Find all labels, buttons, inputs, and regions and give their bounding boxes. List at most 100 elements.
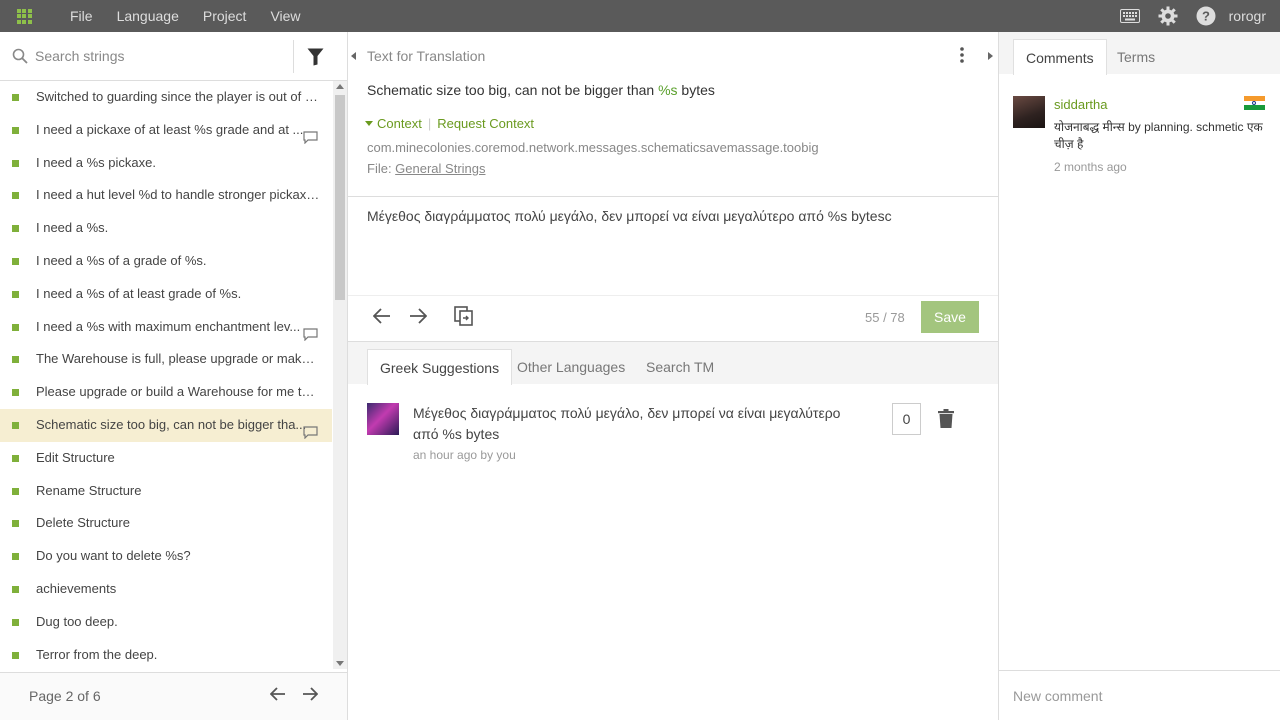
list-item-label: I need a %s of at least grade of %s. [36, 285, 242, 301]
search-input[interactable] [35, 45, 280, 67]
list-item[interactable]: Switched to guarding since the player is… [0, 81, 332, 114]
scroll-down-arrow-icon[interactable] [336, 661, 344, 666]
list-item-label: Delete Structure [36, 515, 130, 531]
comment-author[interactable]: siddartha [1054, 97, 1107, 112]
list-item[interactable]: I need a hut level %d to handle stronger… [0, 179, 332, 212]
scroll-thumb[interactable] [335, 95, 345, 300]
menu-view[interactable]: View [258, 0, 312, 32]
gear-icon[interactable] [1149, 0, 1187, 32]
translated-status-icon [12, 585, 19, 593]
strings-list: Switched to guarding since the player is… [0, 81, 332, 669]
list-item[interactable]: The Warehouse is full, please upgrade or… [0, 343, 332, 376]
suggestion-text[interactable]: Μέγεθος διαγράμματος πολύ μεγάλο, δεν μπ… [413, 403, 863, 445]
tab-greek-suggestions[interactable]: Greek Suggestions [367, 349, 513, 385]
scroll-up-arrow-icon[interactable] [336, 84, 344, 89]
divider [348, 295, 998, 296]
list-item-label: Switched to guarding since the player is… [36, 89, 321, 104]
progress-counter: 55 / 78 [865, 310, 905, 325]
new-comment-input[interactable] [999, 670, 1280, 720]
translated-status-icon [12, 487, 19, 495]
tab-other-languages[interactable]: Other Languages [505, 349, 637, 385]
list-item-label: I need a hut level %d to handle stronger… [36, 187, 321, 203]
previous-page-arrow-icon[interactable] [269, 687, 286, 704]
list-item-label: I need a %s of a grade of %s. [36, 252, 207, 268]
translated-status-icon [12, 389, 19, 397]
list-item-label: Dug too deep. [36, 613, 118, 629]
tab-search-tm[interactable]: Search TM [634, 349, 726, 385]
trash-icon[interactable] [938, 409, 954, 431]
next-string-arrow-icon[interactable] [409, 308, 428, 327]
comment-time: 2 months ago [1054, 160, 1127, 174]
list-item-label: achievements [36, 580, 117, 596]
vote-count[interactable]: 0 [892, 403, 921, 435]
translated-status-icon [12, 454, 19, 462]
collapse-left-arrow-icon[interactable] [351, 52, 356, 60]
username[interactable]: rorogr [1225, 8, 1280, 24]
list-item[interactable]: I need a %s of at least grade of %s. [0, 278, 332, 311]
translated-status-icon [12, 257, 19, 265]
suggestion-tabs: Greek Suggestions Other Languages Search… [348, 341, 998, 385]
request-context-link[interactable]: Request Context [437, 116, 534, 131]
comment-avatar [1013, 96, 1045, 128]
menu-file[interactable]: File [58, 0, 105, 32]
list-item[interactable]: I need a pickaxe of at least %s grade an… [0, 114, 332, 147]
main-menu: File Language Project View [58, 0, 313, 32]
list-item[interactable]: Do you want to delete %s? [0, 540, 332, 573]
filter-icon [307, 48, 324, 65]
strings-scrollbar[interactable] [333, 81, 347, 669]
list-item[interactable]: I need a %s. [0, 212, 332, 245]
translated-status-icon [12, 618, 19, 626]
menu-project[interactable]: Project [191, 0, 259, 32]
list-item[interactable]: achievements [0, 573, 332, 606]
suggestion-meta: an hour ago by you [413, 448, 516, 462]
list-item[interactable]: Please upgrade or build a Warehouse for … [0, 376, 332, 409]
list-item-label: Please upgrade or build a Warehouse for … [36, 384, 321, 400]
translated-status-icon [12, 651, 19, 659]
apps-menu-button[interactable] [0, 0, 48, 32]
list-item-label: Schematic size too big, can not be bigge… [36, 416, 307, 432]
list-item-label: Terror from the deep. [36, 646, 158, 662]
copy-source-icon[interactable] [454, 306, 474, 329]
pager: Page 2 of 6 [0, 672, 347, 720]
list-item[interactable]: Schematic size too big, can not be bigge… [0, 408, 332, 442]
list-item-label: I need a %s pickaxe. [36, 154, 156, 170]
tab-comments[interactable]: Comments [1013, 39, 1107, 75]
translated-status-icon [12, 520, 19, 528]
translated-status-icon [12, 159, 19, 167]
keyboard-icon[interactable] [1111, 0, 1149, 32]
next-page-arrow-icon[interactable] [302, 687, 319, 704]
translation-input[interactable] [367, 208, 977, 288]
filter-button[interactable] [293, 40, 337, 73]
list-item[interactable]: Terror from the deep. [0, 639, 332, 669]
tab-terms[interactable]: Terms [1105, 39, 1167, 75]
context-row: Context | Request Context [365, 116, 534, 131]
list-item-label: I need a %s. [36, 220, 109, 236]
source-label: Text for Translation [367, 48, 486, 64]
list-item-label: I need a pickaxe of at least %s grade an… [36, 121, 304, 137]
list-item[interactable]: I need a %s pickaxe. [0, 147, 332, 180]
translated-status-icon [12, 553, 19, 561]
save-button[interactable]: Save [921, 301, 979, 333]
list-item-label: Edit Structure [36, 449, 115, 465]
comments-panel: Comments Terms siddartha योजनाबद्ध मीन्स… [998, 32, 1280, 720]
list-item-label: The Warehouse is full, please upgrade or… [36, 351, 321, 367]
translated-status-icon [12, 192, 19, 200]
context-toggle[interactable]: Context [365, 116, 422, 131]
file-link[interactable]: General Strings [395, 161, 485, 176]
list-item[interactable]: Dug too deep. [0, 606, 332, 639]
collapse-right-arrow-icon[interactable] [988, 52, 993, 60]
previous-string-arrow-icon[interactable] [372, 308, 391, 327]
translated-status-icon [12, 356, 19, 364]
help-icon[interactable]: ? [1187, 0, 1225, 32]
divider [348, 196, 998, 197]
menu-language[interactable]: Language [105, 0, 191, 32]
list-item[interactable]: I need a %s of a grade of %s. [0, 245, 332, 278]
list-item[interactable]: Rename Structure [0, 475, 332, 508]
list-item-label: Rename Structure [36, 482, 142, 498]
list-item-label: Do you want to delete %s? [36, 548, 191, 564]
string-key: com.minecolonies.coremod.network.message… [367, 140, 819, 155]
list-item[interactable]: I need a %s with maximum enchantment lev… [0, 311, 332, 344]
more-options-icon[interactable] [959, 46, 965, 67]
list-item[interactable]: Edit Structure [0, 442, 332, 475]
list-item[interactable]: Delete Structure [0, 507, 332, 540]
